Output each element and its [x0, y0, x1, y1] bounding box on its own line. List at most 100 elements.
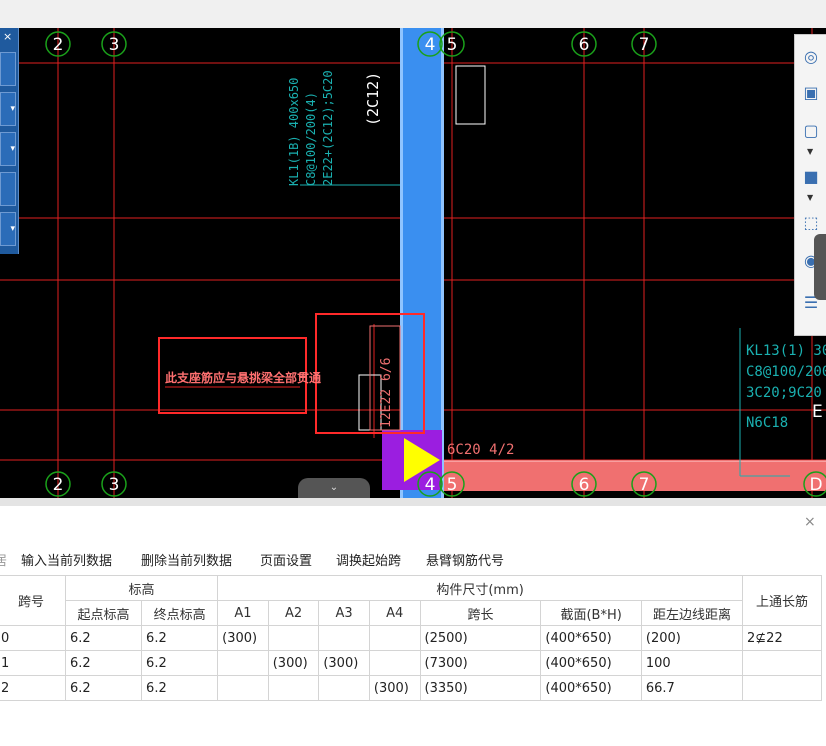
- axis-bubble: 2: [45, 471, 71, 497]
- cell-span-len[interactable]: (2500): [419, 625, 542, 651]
- cell-end-elev[interactable]: 6.2: [141, 650, 219, 676]
- axis-label: 6: [579, 35, 590, 55]
- header-a1: A1: [217, 600, 269, 626]
- header-a4: A4: [368, 600, 421, 626]
- axis-label: 3: [109, 475, 120, 495]
- orbit-icon[interactable]: ◎: [799, 45, 823, 69]
- axis-label: 2: [53, 35, 64, 55]
- beam-blue: [400, 28, 444, 498]
- kl1-line3: 2E22+(2C12);5C20: [321, 70, 335, 186]
- axis-bubble: 3: [101, 31, 127, 57]
- cell-section[interactable]: (400*650): [540, 625, 642, 651]
- header-end-elev: 终点标高: [141, 600, 219, 626]
- cell-a3[interactable]: [318, 675, 370, 701]
- 3d-icon[interactable]: ▣: [799, 81, 823, 105]
- cell-start-elev[interactable]: 6.2: [64, 650, 143, 676]
- cell-a3[interactable]: [318, 625, 370, 651]
- axis-label: 2: [53, 475, 64, 495]
- left-floating-panel[interactable]: × ▾ ▾ ▾: [0, 28, 19, 254]
- cell-top-rebar[interactable]: [742, 675, 822, 701]
- cell-start-elev[interactable]: 6.2: [64, 625, 143, 651]
- header-row: 起点标高 终点标高 A1 A2 A3 A4 跨长 截面(B*H) 距左边线距离: [0, 600, 822, 626]
- close-icon[interactable]: ×: [3, 30, 12, 43]
- input-column-button[interactable]: 输入当前列数据: [21, 550, 112, 569]
- axis-label: 5: [447, 475, 458, 495]
- axis-label: 7: [639, 475, 650, 495]
- select-box-icon[interactable]: ⬚: [799, 211, 823, 235]
- toolbar-collapse-handle[interactable]: [814, 234, 826, 300]
- axis-bubble: 6: [571, 31, 597, 57]
- header-section: 截面(B*H): [540, 600, 642, 626]
- panel-field[interactable]: [0, 172, 16, 206]
- kl13-line4: N6C18: [746, 415, 788, 431]
- header-edge-dist: 距左边线距离: [640, 600, 744, 626]
- cell-edge-dist[interactable]: 66.7: [640, 675, 744, 701]
- close-icon[interactable]: ×: [804, 514, 816, 530]
- table-row: 2 6.2 6.2 (300) (3350) (400*650) 66.7: [0, 675, 822, 701]
- rebar-label-vertical: 12E22 6/6: [379, 358, 394, 428]
- cell-span-len[interactable]: (7300): [419, 650, 542, 676]
- axis-bubble: 3: [101, 471, 127, 497]
- cell-span[interactable]: 2: [0, 675, 66, 701]
- page-setup-button[interactable]: 页面设置: [260, 550, 312, 569]
- beam-label-kl1: KL1(1B) 400x650 C8@100/200(4) 2E22+(2C12…: [287, 70, 335, 186]
- kl1-line2: C8@100/200(4): [304, 92, 318, 186]
- column-outline: [455, 65, 486, 125]
- cell-top-rebar[interactable]: 2⊈22: [742, 625, 822, 651]
- span-table: 跨号 标高 构件尺寸(mm) 上通长筋 起点标高 终点标高 A1 A2 A3 A…: [0, 575, 822, 701]
- panel-field[interactable]: [0, 52, 16, 86]
- splitter[interactable]: [0, 498, 826, 506]
- cube-solid-icon[interactable]: ■: [799, 165, 823, 189]
- cell-span-len[interactable]: (3350): [419, 675, 542, 701]
- swap-start-span-button[interactable]: 调换起始跨: [336, 550, 401, 569]
- header-elevation: 标高: [64, 575, 219, 601]
- axis-label-e: E: [812, 402, 823, 422]
- header-size: 构件尺寸(mm): [217, 575, 744, 601]
- cell-a1[interactable]: (300): [217, 625, 269, 651]
- cell-span[interactable]: 0: [0, 625, 66, 651]
- chevron-down-icon[interactable]: ▼: [807, 147, 813, 156]
- toolbar-item-cut[interactable]: 居: [0, 550, 7, 569]
- cantilever-rebar-code-button[interactable]: 悬臂钢筋代号: [426, 550, 504, 569]
- header-a2: A2: [267, 600, 320, 626]
- cell-span[interactable]: 1: [0, 650, 66, 676]
- cube-icon[interactable]: ▢: [799, 119, 823, 143]
- panel-dropdown[interactable]: ▾: [0, 92, 16, 126]
- header-top-rebar: 上通长筋: [742, 575, 822, 626]
- cad-canvas[interactable]: 2 3 4 5 6 7 2 3 4 5 6 7 D KL1(1B) 400x65…: [0, 28, 826, 498]
- cell-edge-dist[interactable]: (200): [640, 625, 744, 651]
- header-row: 跨号 标高 构件尺寸(mm) 上通长筋: [0, 575, 822, 626]
- cell-a2[interactable]: [267, 625, 320, 651]
- panel-dropdown[interactable]: ▾: [0, 132, 16, 166]
- cell-a1[interactable]: [217, 675, 269, 701]
- support-note: 此支座筋应与悬挑梁全部贯通: [165, 370, 321, 385]
- beam-span-table-panel: × 居 输入当前列数据 删除当前列数据 页面设置 调换起始跨 悬臂钢筋代号 跨号…: [0, 506, 826, 746]
- cell-a2[interactable]: [267, 675, 320, 701]
- cell-a4[interactable]: [368, 625, 421, 651]
- cell-end-elev[interactable]: 6.2: [141, 625, 219, 651]
- cell-a1[interactable]: [217, 650, 269, 676]
- cell-a4[interactable]: (300): [368, 675, 421, 701]
- delete-column-button[interactable]: 删除当前列数据: [141, 550, 232, 569]
- panel-dropdown[interactable]: ▾: [0, 212, 16, 246]
- cell-a2[interactable]: (300): [267, 650, 320, 676]
- chevron-down-icon[interactable]: ▼: [807, 193, 813, 202]
- axis-label: 6: [579, 475, 590, 495]
- axis-label: 4: [425, 475, 436, 495]
- cell-a3[interactable]: (300): [318, 650, 370, 676]
- cell-a4[interactable]: [368, 650, 421, 676]
- pane-collapse-tab[interactable]: ⌄: [298, 478, 370, 498]
- cell-top-rebar[interactable]: [742, 650, 822, 676]
- axis-bubble: 2: [45, 31, 71, 57]
- window-top-bar: [0, 0, 826, 28]
- table-row: 1 6.2 6.2 (300) (300) (7300) (400*650) 1…: [0, 650, 822, 676]
- axis-label: 7: [639, 35, 650, 55]
- cell-section[interactable]: (400*650): [540, 650, 642, 676]
- beam-blue-edge: [441, 28, 444, 498]
- cell-start-elev[interactable]: 6.2: [64, 675, 143, 701]
- beam-label-kl1-extra: (2C12): [364, 72, 382, 126]
- cell-end-elev[interactable]: 6.2: [141, 675, 219, 701]
- cell-section[interactable]: (400*650): [540, 675, 642, 701]
- cell-edge-dist[interactable]: 100: [640, 650, 744, 676]
- cad-drawing: 2 3 4 5 6 7 2 3 4 5 6 7 D KL1(1B) 400x65…: [0, 28, 826, 498]
